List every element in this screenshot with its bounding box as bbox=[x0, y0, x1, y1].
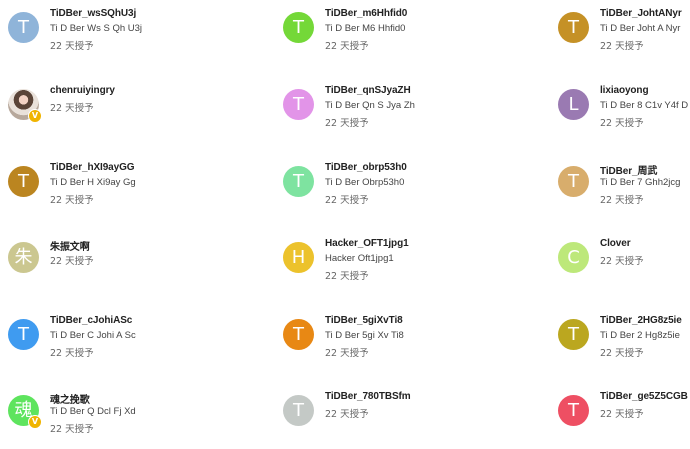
avatar[interactable]: T bbox=[283, 395, 314, 426]
verified-badge-icon: V bbox=[28, 415, 42, 429]
granted-time: 22 天授予 bbox=[50, 195, 94, 206]
user-card[interactable]: T TiDBer_cJohiASc Ti D Ber C Johi A Sc 22 天… bbox=[0, 313, 230, 373]
username-link[interactable]: TiDBer_qnSJyaZH bbox=[325, 85, 411, 96]
granted-time: 22 天授予 bbox=[50, 103, 94, 114]
username-link[interactable]: TiDBer_obrp53h0 bbox=[325, 162, 407, 173]
granted-time: 22 天授予 bbox=[600, 195, 644, 206]
granted-time: 22 天授予 bbox=[50, 424, 94, 435]
username-link[interactable]: 魂之挽歌 bbox=[50, 391, 90, 406]
full-name: Ti D Ber Qn S Jya Zh bbox=[325, 100, 415, 111]
username-link[interactable]: Clover bbox=[600, 238, 631, 249]
username-link[interactable]: lixiaoyong bbox=[600, 85, 649, 96]
avatar[interactable]: C bbox=[558, 242, 589, 273]
avatar[interactable]: T bbox=[283, 166, 314, 197]
avatar[interactable]: T bbox=[283, 89, 314, 120]
username-link[interactable]: Hacker_OFT1jpg1 bbox=[325, 238, 409, 249]
full-name: Ti D Ber H Xi9ay Gg bbox=[50, 177, 136, 188]
user-card[interactable]: H Hacker_OFT1jpg1 Hacker Oft1jpg1 22 天授予 bbox=[275, 236, 505, 296]
user-card[interactable]: C Clover 22 天授予 bbox=[550, 236, 690, 296]
granted-time: 22 天授予 bbox=[325, 195, 369, 206]
granted-time: 22 天授予 bbox=[325, 271, 369, 282]
granted-time: 22 天授予 bbox=[325, 348, 369, 359]
avatar[interactable]: V bbox=[8, 89, 42, 123]
username-link[interactable]: TiDBer_m6Hhfid0 bbox=[325, 8, 407, 19]
avatar[interactable]: T bbox=[558, 166, 589, 197]
avatar[interactable]: T bbox=[558, 12, 589, 43]
granted-time: 22 天授予 bbox=[600, 41, 644, 52]
avatar[interactable]: H bbox=[283, 242, 314, 273]
full-name: Ti D Ber Ws S Qh U3j bbox=[50, 23, 143, 34]
full-name: Hacker Oft1jpg1 bbox=[325, 253, 394, 264]
granted-time: 22 天授予 bbox=[50, 348, 94, 359]
granted-time: 22 天授予 bbox=[325, 118, 369, 129]
granted-time: 22 天授予 bbox=[600, 409, 644, 420]
user-card[interactable]: T TiDBer_qnSJyaZH Ti D Ber Qn S Jya Zh 22 天… bbox=[275, 83, 505, 143]
user-card[interactable]: T TiDBer_obrp53h0 Ti D Ber Obrp53h0 22 天授予 bbox=[275, 160, 505, 220]
full-name: Ti D Ber 5gi Xv Ti8 bbox=[325, 330, 404, 341]
user-card[interactable]: Vchenruiyingry 22 天授予 bbox=[0, 83, 230, 143]
user-grid: T TiDBer_wsSQhU3j Ti D Ber Ws S Qh U3j 22 天… bbox=[0, 0, 690, 438]
full-name: Ti D Ber 2 Hg8z5ie bbox=[600, 330, 680, 341]
user-card[interactable]: T TiDBer_5giXvTi8 Ti D Ber 5gi Xv Ti8 22 天授… bbox=[275, 313, 505, 373]
username-link[interactable]: TiDBer_ge5Z5CGB bbox=[600, 391, 688, 402]
full-name: Ti D Ber 7 Ghh2jcg bbox=[600, 177, 681, 188]
full-name: Ti D Ber Obrp53h0 bbox=[325, 177, 405, 188]
granted-time: 22 天授予 bbox=[600, 256, 644, 267]
user-card[interactable]: T TiDBer_hXI9ayGG Ti D Ber H Xi9ay Gg 22 天授… bbox=[0, 160, 230, 220]
full-name: Ti D Ber C Johi A Sc bbox=[50, 330, 136, 341]
username-link[interactable]: TiDBer_2HG8z5ie bbox=[600, 315, 682, 326]
avatar[interactable]: T bbox=[8, 12, 39, 43]
username-link[interactable]: 朱振文啊 bbox=[50, 238, 90, 253]
granted-time: 22 天授予 bbox=[325, 409, 369, 420]
full-name: Ti D Ber Q Dcl Fj Xd bbox=[50, 406, 136, 417]
username-link[interactable]: TiDBer_5giXvTi8 bbox=[325, 315, 403, 326]
user-card[interactable]: 朱朱振文啊 22 天授予 bbox=[0, 236, 230, 296]
username-link[interactable]: TiDBer_wsSQhU3j bbox=[50, 8, 136, 19]
avatar[interactable]: T bbox=[8, 166, 39, 197]
full-name: Ti D Ber M6 Hhfid0 bbox=[325, 23, 406, 34]
avatar[interactable]: T bbox=[283, 319, 314, 350]
avatar[interactable]: L bbox=[558, 89, 589, 120]
full-name: Ti D Ber 8 C1v Y4f D bbox=[600, 100, 689, 111]
avatar[interactable]: T bbox=[8, 319, 39, 350]
user-card[interactable]: T TiDBer_JohtANyr Ti D Ber Joht A Nyr 22 天授… bbox=[550, 6, 690, 66]
username-link[interactable]: TiDBer_hXI9ayGG bbox=[50, 162, 135, 173]
user-card[interactable]: T TiDBer_ge5Z5CGB 22 天授予 bbox=[550, 389, 690, 449]
granted-time: 22 天授予 bbox=[600, 118, 644, 129]
granted-time: 22 天授予 bbox=[50, 41, 94, 52]
avatar[interactable]: 朱 bbox=[8, 242, 39, 273]
verified-badge-icon: V bbox=[28, 109, 42, 123]
user-card[interactable]: T TiDBer_wsSQhU3j Ti D Ber Ws S Qh U3j 22 天… bbox=[0, 6, 230, 66]
user-card[interactable]: 魂 V 魂之挽歌 Ti D Ber Q Dcl Fj Xd 22 天授予 bbox=[0, 389, 230, 449]
granted-time: 22 天授予 bbox=[600, 348, 644, 359]
user-card[interactable]: Llixiaoyong Ti D Ber 8 C1v Y4f D 22 天授予 bbox=[550, 83, 690, 143]
user-card[interactable]: T TiDBer_m6Hhfid0 Ti D Ber M6 Hhfid0 22 天授予 bbox=[275, 6, 505, 66]
username-link[interactable]: TiDBer_JohtANyr bbox=[600, 8, 682, 19]
avatar[interactable]: T bbox=[558, 395, 589, 426]
avatar[interactable]: 魂V bbox=[8, 395, 42, 429]
username-link[interactable]: chenruiyingry bbox=[50, 85, 115, 96]
granted-time: 22 天授予 bbox=[325, 41, 369, 52]
avatar[interactable]: T bbox=[558, 319, 589, 350]
user-card[interactable]: T TiDBer_周武 Ti D Ber 7 Ghh2jcg 22 天授予 bbox=[550, 160, 690, 220]
username-link[interactable]: TiDBer_周武 bbox=[600, 162, 657, 177]
username-link[interactable]: TiDBer_cJohiASc bbox=[50, 315, 132, 326]
avatar[interactable]: T bbox=[283, 12, 314, 43]
granted-time: 22 天授予 bbox=[50, 256, 94, 267]
user-card[interactable]: T TiDBer_2HG8z5ie Ti D Ber 2 Hg8z5ie 22 天授予 bbox=[550, 313, 690, 373]
user-card[interactable]: T TiDBer_780TBSfm 22 天授予 bbox=[275, 389, 505, 449]
full-name: Ti D Ber Joht A Nyr bbox=[600, 23, 681, 34]
username-link[interactable]: TiDBer_780TBSfm bbox=[325, 391, 411, 402]
